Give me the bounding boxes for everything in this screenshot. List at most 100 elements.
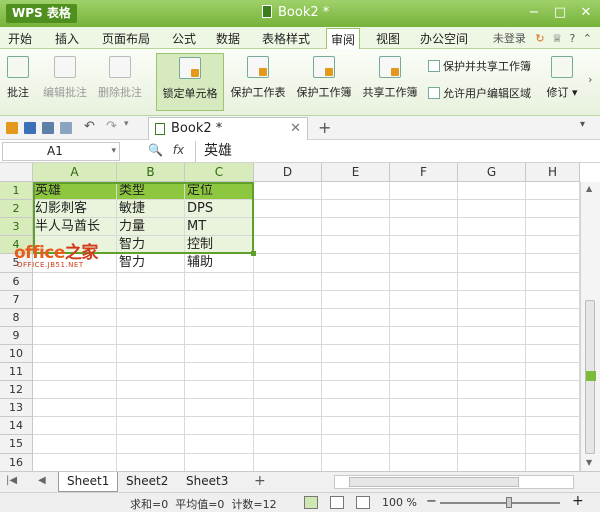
- row-header-2[interactable]: 2: [0, 200, 33, 218]
- sheet-tab-1[interactable]: Sheet1: [58, 472, 119, 492]
- print-icon[interactable]: [42, 122, 54, 134]
- column-header-g[interactable]: G: [458, 163, 526, 182]
- cell-a1[interactable]: 英雄: [33, 182, 117, 200]
- cell-h9[interactable]: [526, 327, 580, 345]
- app-logo[interactable]: WPS 表格: [6, 4, 77, 23]
- sheet-tab-2[interactable]: Sheet2: [118, 472, 176, 492]
- cell-c3[interactable]: MT: [185, 218, 254, 236]
- cell-h6[interactable]: [526, 273, 580, 291]
- cell-d7[interactable]: [254, 291, 322, 309]
- cell-f2[interactable]: [390, 200, 458, 218]
- cell-c7[interactable]: [185, 291, 254, 309]
- cell-b11[interactable]: [117, 363, 185, 381]
- vertical-scrollbar[interactable]: ▲ ▼: [580, 182, 600, 471]
- cell-g7[interactable]: [458, 291, 526, 309]
- cell-d9[interactable]: [254, 327, 322, 345]
- add-sheet-button[interactable]: +: [254, 473, 266, 489]
- column-header-c[interactable]: C: [185, 163, 254, 182]
- save-icon[interactable]: [24, 122, 36, 134]
- cell-e4[interactable]: [322, 236, 390, 254]
- zoom-in-button[interactable]: +: [572, 493, 584, 509]
- cell-a15[interactable]: [33, 435, 117, 454]
- column-header-b[interactable]: B: [117, 163, 185, 182]
- cell-a16[interactable]: [33, 454, 117, 472]
- refresh-icon[interactable]: ↻: [535, 32, 544, 45]
- cell-b12[interactable]: [117, 381, 185, 399]
- document-tab[interactable]: Book2 * ✕: [148, 117, 308, 140]
- menu-insert[interactable]: 插入: [55, 30, 79, 47]
- cell-b8[interactable]: [117, 309, 185, 327]
- cell-f6[interactable]: [390, 273, 458, 291]
- cell-d3[interactable]: [254, 218, 322, 236]
- redo-icon[interactable]: ↷: [106, 119, 118, 134]
- qat-dropdown-icon[interactable]: ▾: [124, 119, 136, 131]
- cell-c4[interactable]: 控制: [185, 236, 254, 254]
- row-header-16[interactable]: 16: [0, 454, 33, 472]
- cell-g3[interactable]: [458, 218, 526, 236]
- cell-a2[interactable]: 幻影刺客: [33, 200, 117, 218]
- formula-input[interactable]: 英雄: [195, 141, 598, 162]
- cell-c14[interactable]: [185, 417, 254, 435]
- cell-f3[interactable]: [390, 218, 458, 236]
- name-box[interactable]: A1 ▾: [2, 142, 120, 161]
- row-header-7[interactable]: 7: [0, 291, 33, 309]
- cell-g11[interactable]: [458, 363, 526, 381]
- cell-e16[interactable]: [322, 454, 390, 472]
- undo-icon[interactable]: ↶: [84, 119, 96, 134]
- cell-d14[interactable]: [254, 417, 322, 435]
- cell-d4[interactable]: [254, 236, 322, 254]
- allow-edit-button[interactable]: 允许用户编辑区域: [428, 85, 531, 101]
- help-icon[interactable]: ?: [569, 32, 575, 45]
- scroll-up-icon[interactable]: ▲: [586, 184, 592, 193]
- cell-b1[interactable]: 类型: [117, 182, 185, 200]
- page-break-view-icon[interactable]: [330, 496, 344, 509]
- cell-f1[interactable]: [390, 182, 458, 200]
- prev-sheet-icon[interactable]: ◀: [38, 475, 46, 486]
- zoom-level[interactable]: 100 %: [382, 496, 417, 509]
- cell-g1[interactable]: [458, 182, 526, 200]
- cell-c6[interactable]: [185, 273, 254, 291]
- cell-e7[interactable]: [322, 291, 390, 309]
- cell-g5[interactable]: [458, 254, 526, 273]
- menu-office-space[interactable]: 办公空间: [420, 30, 468, 47]
- cell-g9[interactable]: [458, 327, 526, 345]
- cell-f10[interactable]: [390, 345, 458, 363]
- cell-h1[interactable]: [526, 182, 580, 200]
- cell-g13[interactable]: [458, 399, 526, 417]
- minimize-button[interactable]: −: [522, 4, 546, 22]
- zoom-out-button[interactable]: −: [426, 494, 437, 509]
- menu-review[interactable]: 审阅: [326, 28, 361, 49]
- column-header-a[interactable]: A: [33, 163, 117, 182]
- cell-b13[interactable]: [117, 399, 185, 417]
- cell-a12[interactable]: [33, 381, 117, 399]
- cell-b15[interactable]: [117, 435, 185, 454]
- delete-comment-button[interactable]: 删除批注: [94, 53, 146, 111]
- cell-a8[interactable]: [33, 309, 117, 327]
- row-header-11[interactable]: 11: [0, 363, 33, 381]
- cell-c10[interactable]: [185, 345, 254, 363]
- revise-button[interactable]: 修订 ▾: [544, 53, 580, 111]
- cell-d6[interactable]: [254, 273, 322, 291]
- cell-b16[interactable]: [117, 454, 185, 472]
- cell-e12[interactable]: [322, 381, 390, 399]
- cell-c5[interactable]: 辅助: [185, 254, 254, 273]
- row-header-9[interactable]: 9: [0, 327, 33, 345]
- cell-a11[interactable]: [33, 363, 117, 381]
- cell-d1[interactable]: [254, 182, 322, 200]
- row-header-13[interactable]: 13: [0, 399, 33, 417]
- cell-g15[interactable]: [458, 435, 526, 454]
- cell-c15[interactable]: [185, 435, 254, 454]
- horizontal-scrollbar[interactable]: [334, 475, 574, 489]
- protect-book-button[interactable]: 保护工作簿: [292, 53, 356, 111]
- cell-b14[interactable]: [117, 417, 185, 435]
- cell-g16[interactable]: [458, 454, 526, 472]
- row-header-12[interactable]: 12: [0, 381, 33, 399]
- select-all-corner[interactable]: [0, 163, 33, 182]
- edit-comment-button[interactable]: 编辑批注: [40, 53, 90, 111]
- protect-sheet-button[interactable]: 保护工作表: [226, 53, 290, 111]
- print-preview-icon[interactable]: [60, 122, 72, 134]
- cell-e11[interactable]: [322, 363, 390, 381]
- cell-b4[interactable]: 智力: [117, 236, 185, 254]
- menu-page-layout[interactable]: 页面布局: [102, 30, 150, 47]
- cell-e9[interactable]: [322, 327, 390, 345]
